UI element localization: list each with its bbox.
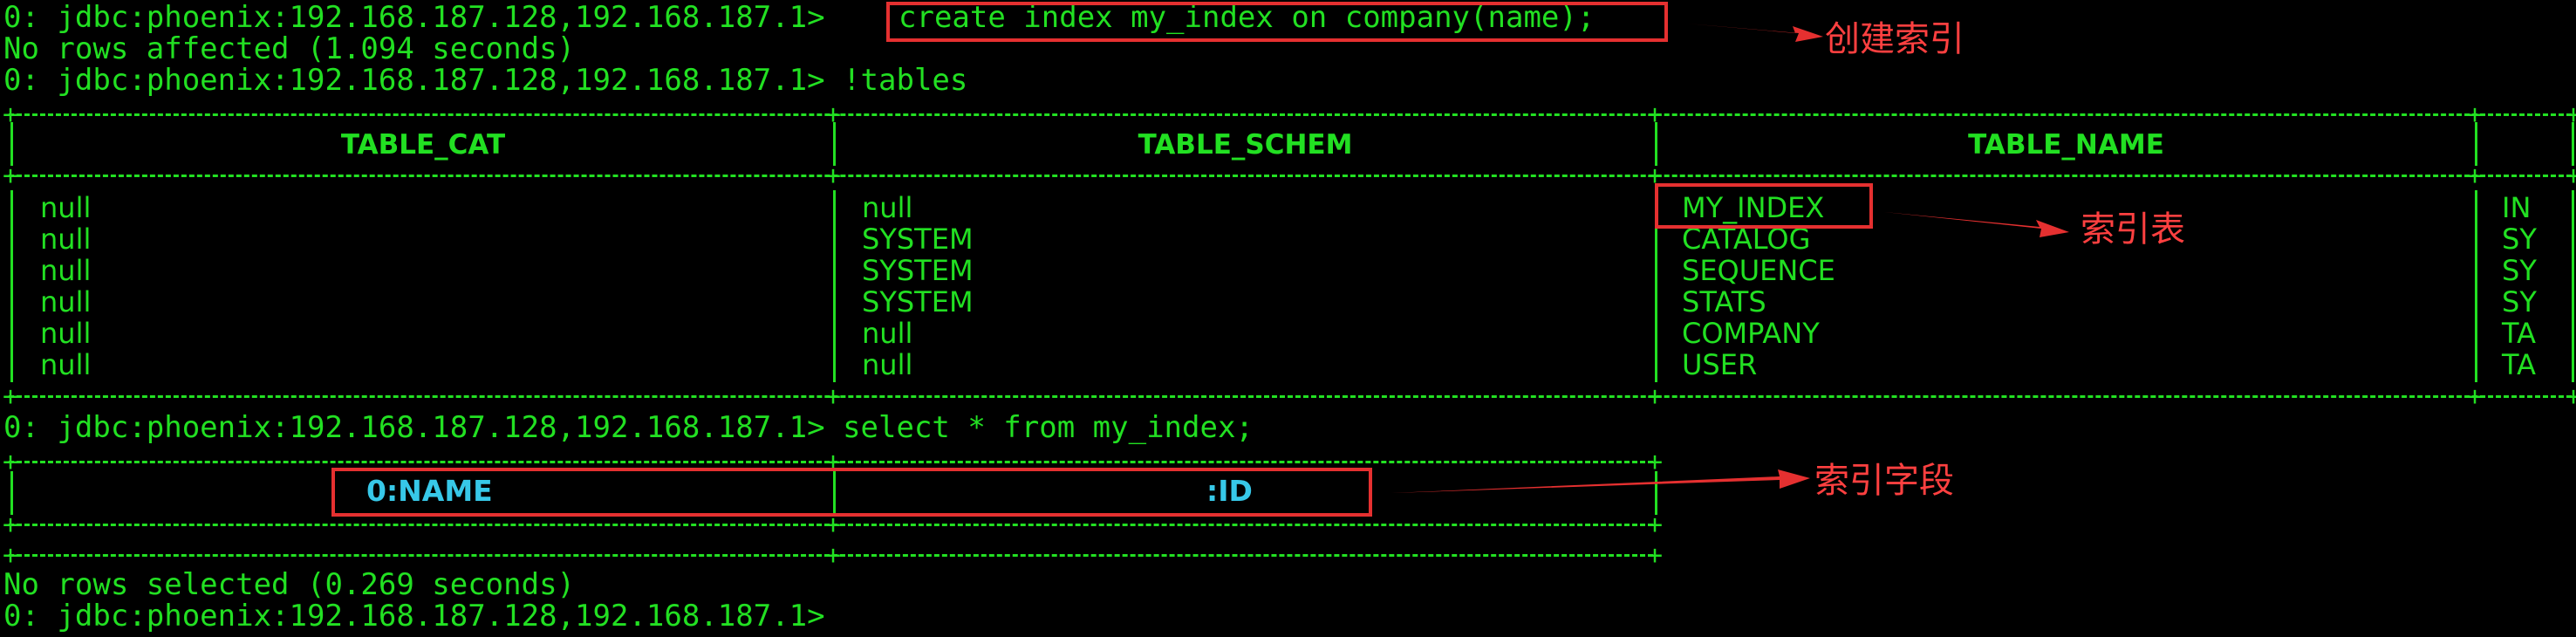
- arrow-index-table: [1884, 212, 2069, 237]
- annotation-index-table: 索引表: [2081, 209, 2185, 250]
- annotation-create-index: 创建索引: [1825, 19, 1964, 59]
- terminal-window[interactable]: 0: jdbc:phoenix:192.168.187.128,192.168.…: [0, 0, 2576, 637]
- arrow-create-index: [1687, 24, 1823, 42]
- annotation-arrows: [1391, 24, 2069, 493]
- arrow-index-fields: [1391, 469, 1810, 493]
- annotation-index-fields: 索引字段: [1814, 461, 1954, 501]
